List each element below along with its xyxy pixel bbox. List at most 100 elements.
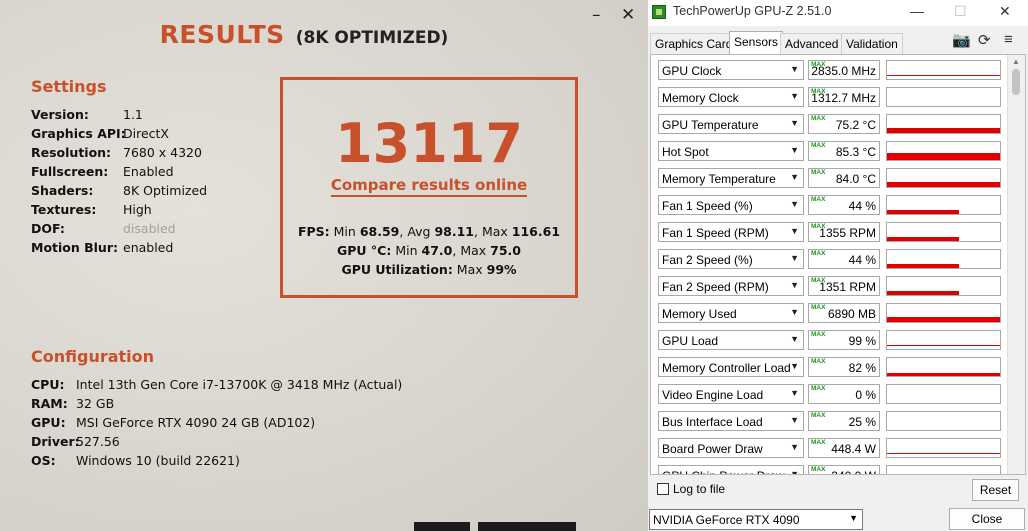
sensor-value-box: MAX 82 % (808, 357, 880, 377)
sensor-graph-fill (887, 291, 959, 295)
sensor-graph (886, 222, 1001, 242)
sensor-select[interactable]: Board Power Draw ▼ (658, 438, 804, 458)
sensor-select[interactable]: GPU Clock ▼ (658, 60, 804, 80)
reset-button[interactable]: Reset (972, 479, 1019, 501)
sensor-row: Fan 2 Speed (%) ▼ MAX 44 % (651, 246, 1025, 273)
settings-row: Resolution: 7680 x 4320 (31, 143, 207, 162)
gpu-select[interactable]: NVIDIA GeForce RTX 4090 ▼ (649, 509, 863, 530)
sensors-panel: GPU Clock ▼ MAX 2835.0 MHz Memory Clock ▼ MAX 1… (650, 54, 1026, 475)
sensor-graph-fill (887, 317, 1000, 322)
max-badge: MAX (811, 439, 826, 446)
config-row: RAM: 32 GB (31, 394, 402, 413)
config-row: GPU: MSI GeForce RTX 4090 24 GB (AD102) (31, 413, 402, 432)
sensor-value: 25 % (848, 415, 876, 429)
sensor-select[interactable]: Fan 2 Speed (%) ▼ (658, 249, 804, 269)
scroll-thumb[interactable] (1012, 69, 1020, 95)
close-button[interactable]: ✕ (621, 6, 635, 24)
refresh-icon[interactable]: ⟳ (978, 31, 991, 49)
config-label: RAM: (31, 396, 68, 411)
sensor-graph-fill (887, 153, 1000, 160)
config-label: GPU: (31, 415, 66, 430)
sensor-value-box: MAX 44 % (808, 195, 880, 215)
close-app-button[interactable]: Close (949, 508, 1025, 530)
gpuz-titlebar[interactable]: TechPowerUp GPU-Z 2.51.0 — ☐ ✕ (648, 0, 1028, 26)
sensor-select[interactable]: GPU Chip Power Draw ▼ (658, 465, 804, 475)
sensor-value: 0 % (855, 388, 876, 402)
fps-avg-value: 98.11 (434, 224, 474, 239)
sensor-name: Memory Clock (662, 91, 739, 105)
chevron-down-icon: ▼ (790, 469, 799, 475)
menu-icon[interactable]: ≡ (1004, 31, 1013, 48)
config-value: MSI GeForce RTX 4090 24 GB (AD102) (76, 415, 316, 430)
gpu-temp-min-value: 47.0 (421, 243, 453, 258)
bottom-button-left[interactable] (414, 522, 470, 531)
sensor-graph (886, 384, 1001, 404)
gpuz-minimize-button[interactable]: — (910, 3, 924, 19)
results-title-main: RESULTS (159, 20, 285, 49)
fps-avg-label: Avg (407, 224, 431, 239)
sensor-select[interactable]: Hot Spot ▼ (658, 141, 804, 161)
settings-label: Motion Blur: (31, 240, 118, 255)
sensor-graph-line (887, 75, 1000, 76)
sensor-value-box: MAX 1312.7 MHz (808, 87, 880, 107)
sensor-value: 1351 RPM (819, 280, 876, 294)
log-to-file-checkbox[interactable] (657, 483, 669, 495)
camera-icon[interactable]: 📷 (952, 31, 971, 49)
max-badge: MAX (811, 115, 826, 122)
sensor-graph (886, 60, 1001, 80)
sensor-graph-fill (887, 210, 959, 214)
sensor-row: GPU Temperature ▼ MAX 75.2 °C (651, 111, 1025, 138)
max-badge: MAX (811, 304, 826, 311)
compare-results-link[interactable]: Compare results online (330, 176, 528, 197)
tab-sensors[interactable]: Sensors (729, 31, 784, 54)
fps-max-value: 116.61 (511, 224, 561, 239)
sensor-graph-fill (887, 373, 1000, 376)
sensor-select[interactable]: Fan 2 Speed (RPM) ▼ (658, 276, 804, 296)
sensor-select[interactable]: Video Engine Load ▼ (658, 384, 804, 404)
sensor-select[interactable]: Fan 1 Speed (%) ▼ (658, 195, 804, 215)
sensor-name: Fan 1 Speed (%) (662, 199, 753, 213)
sensor-value-box: MAX 75.2 °C (808, 114, 880, 134)
sensor-select[interactable]: GPU Temperature ▼ (658, 114, 804, 134)
sensor-name: Board Power Draw (662, 442, 763, 456)
sensor-select[interactable]: Memory Clock ▼ (658, 87, 804, 107)
chevron-down-icon: ▼ (790, 307, 799, 317)
sensor-value: 84.0 °C (835, 172, 876, 186)
gpu-util-label: GPU Utilization: (341, 262, 453, 277)
chevron-down-icon: ▼ (790, 145, 799, 155)
sensor-value: 99 % (848, 334, 876, 348)
sensor-graph-fill (887, 128, 1000, 133)
sensor-select[interactable]: Memory Controller Load ▼ (658, 357, 804, 377)
sensor-row: Board Power Draw ▼ MAX 448.4 W (651, 435, 1025, 462)
scroll-up-icon[interactable]: ▲ (1012, 57, 1020, 66)
bottom-button-right[interactable] (478, 522, 576, 531)
sensor-row: Hot Spot ▼ MAX 85.3 °C (651, 138, 1025, 165)
gpuz-maximize-button[interactable]: ☐ (954, 3, 967, 20)
sensor-value-box: MAX 0 % (808, 384, 880, 404)
sensor-select[interactable]: GPU Load ▼ (658, 330, 804, 350)
sensor-graph-line (887, 345, 1000, 346)
chevron-down-icon: ▼ (790, 226, 799, 236)
sensor-graph-fill (887, 237, 959, 241)
sensor-select[interactable]: Fan 1 Speed (RPM) ▼ (658, 222, 804, 242)
sensor-row: Fan 2 Speed (RPM) ▼ MAX 1351 RPM (651, 273, 1025, 300)
sensors-scrollbar[interactable]: ▲ (1007, 55, 1025, 474)
sensor-value: 6890 MB (827, 307, 876, 321)
settings-value: Enabled (123, 164, 174, 179)
log-to-file-label: Log to file (673, 482, 726, 496)
tab-graphics-card[interactable]: Graphics Card (650, 33, 738, 54)
sensor-value: 2835.0 MHz (811, 64, 876, 78)
sensor-name: Bus Interface Load (662, 415, 763, 429)
sensor-value: 82 % (848, 361, 876, 375)
gpuz-close-button[interactable]: ✕ (999, 3, 1011, 20)
max-badge: MAX (811, 412, 826, 419)
gpu-util-max-label: Max (456, 262, 483, 277)
sensor-select[interactable]: Memory Temperature ▼ (658, 168, 804, 188)
max-badge: MAX (811, 142, 826, 149)
sensor-value-box: MAX 44 % (808, 249, 880, 269)
sensor-select[interactable]: Bus Interface Load ▼ (658, 411, 804, 431)
tab-validation[interactable]: Validation (841, 33, 903, 54)
tab-advanced[interactable]: Advanced (780, 33, 844, 54)
sensor-select[interactable]: Memory Used ▼ (658, 303, 804, 323)
config-row: CPU: Intel 13th Gen Core i7-13700K @ 3418… (31, 375, 402, 394)
